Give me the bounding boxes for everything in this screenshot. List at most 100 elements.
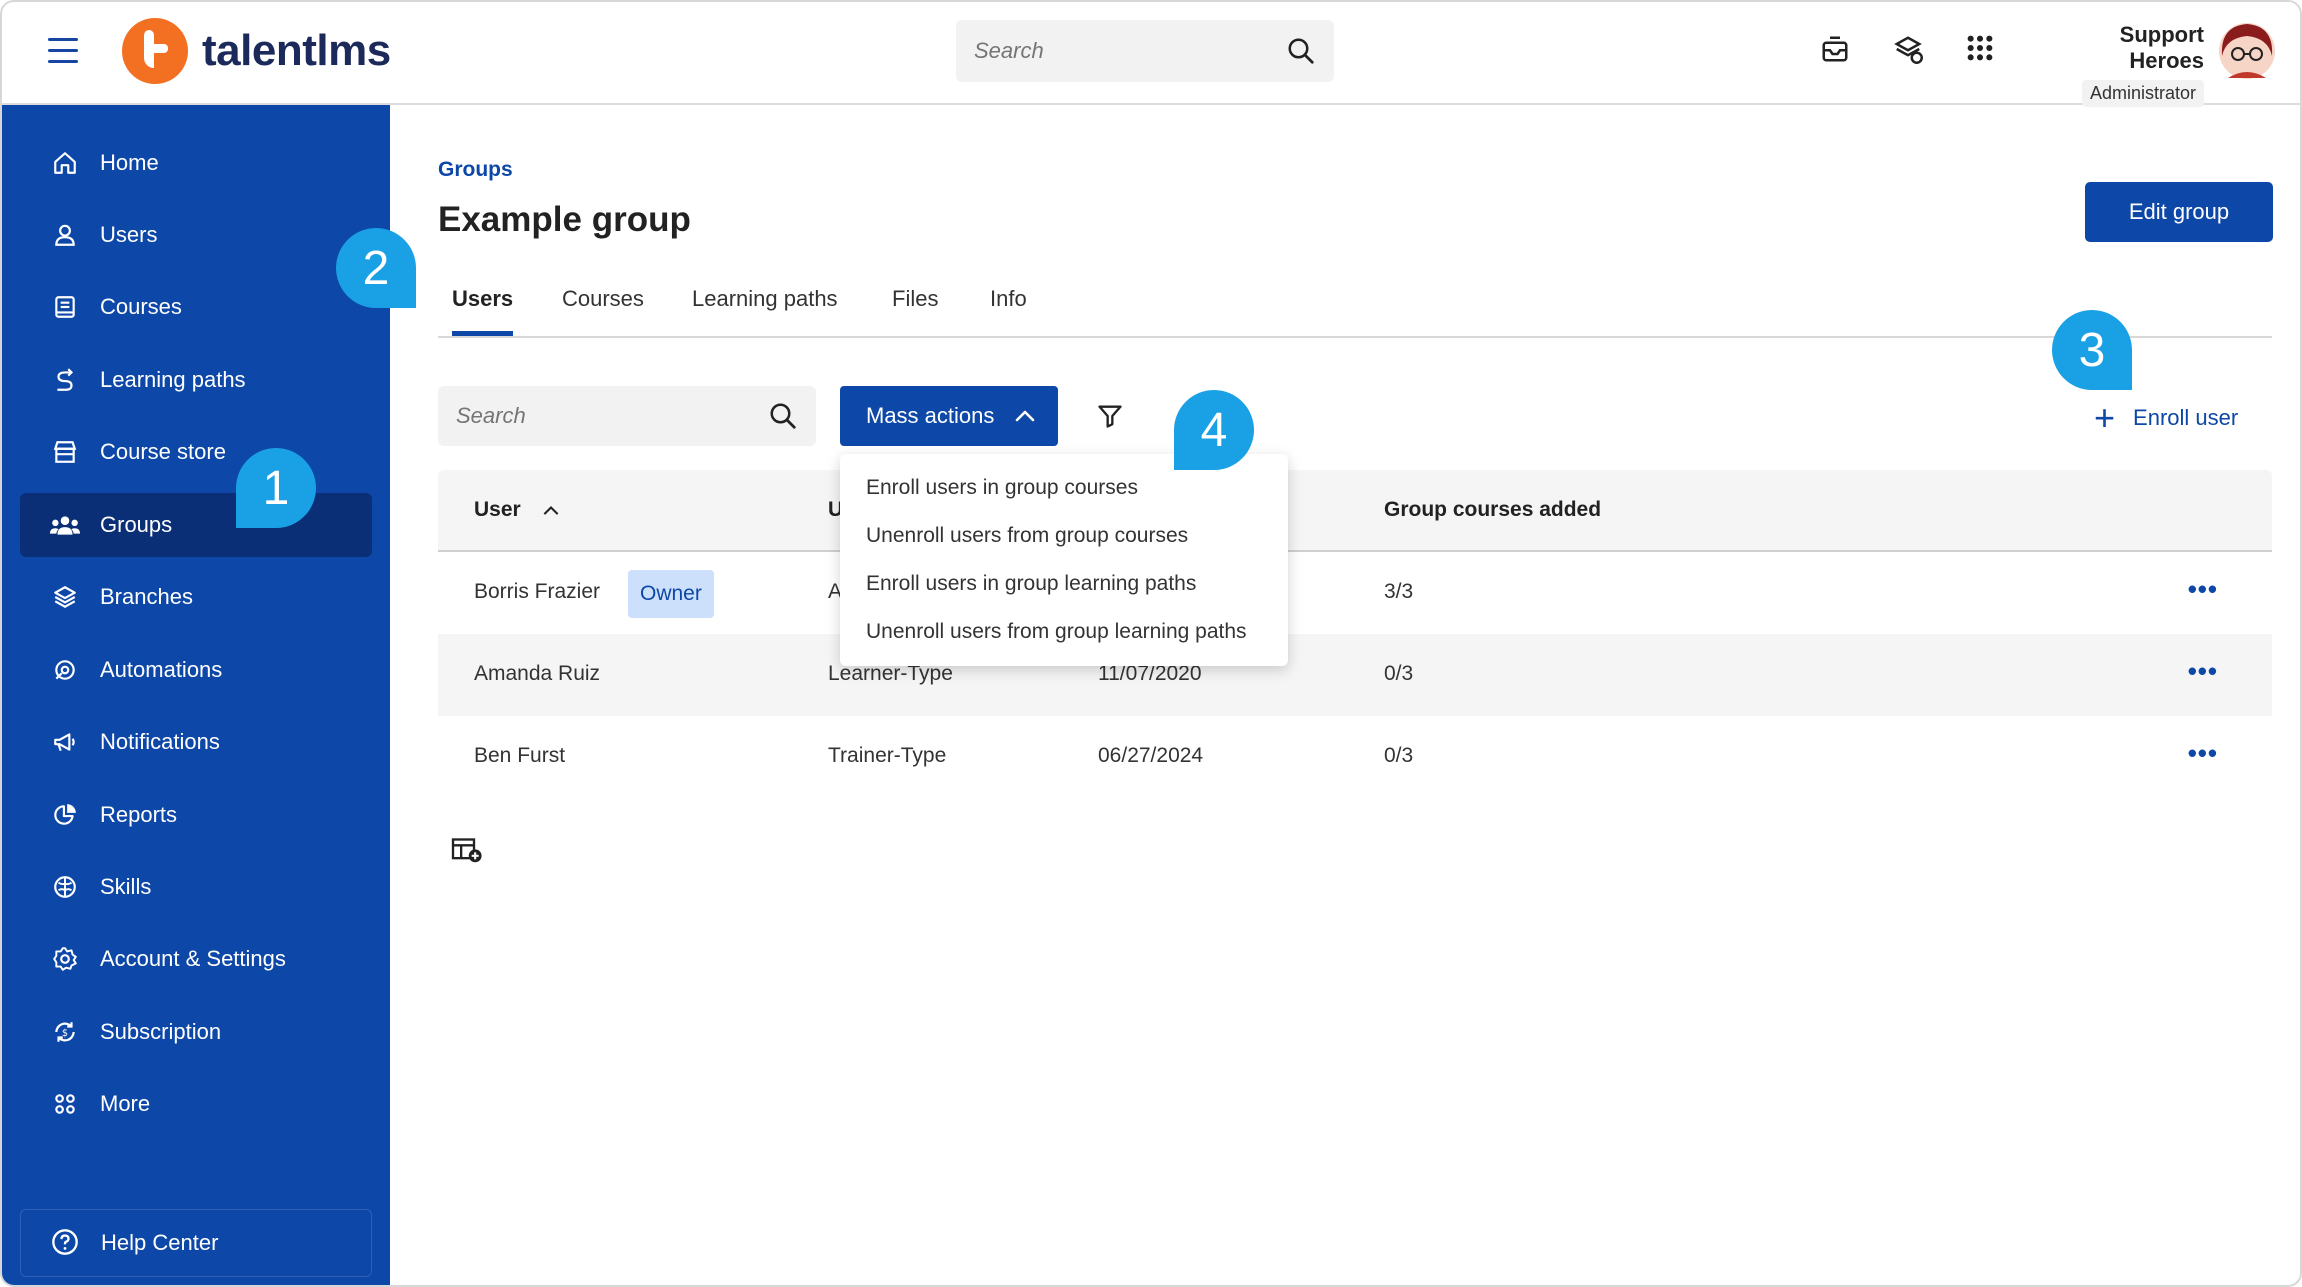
breadcrumb[interactable]: Groups xyxy=(438,158,513,182)
menu-item-enroll-group-courses[interactable]: Enroll users in group courses xyxy=(840,464,1288,512)
row-options-icon[interactable]: ••• xyxy=(2188,738,2218,769)
pie-chart-icon xyxy=(50,800,80,830)
layers-icon xyxy=(50,582,80,612)
menu-item-unenroll-group-courses[interactable]: Unenroll users from group courses xyxy=(840,512,1288,560)
callout-4: 4 xyxy=(1174,390,1254,470)
table-row[interactable]: Ben Furst Trainer-Type 06/27/2024 0/3 ••… xyxy=(438,716,2272,798)
sidebar-item-courses[interactable]: Courses xyxy=(20,275,372,339)
search-icon[interactable] xyxy=(768,401,798,431)
tab-courses[interactable]: Courses xyxy=(562,286,644,336)
sidebar-item-account-settings[interactable]: Account & Settings xyxy=(20,927,372,991)
sidebar: Home Users Courses Learning paths Course… xyxy=(2,105,390,1285)
sidebar-item-label: Course store xyxy=(100,439,226,464)
logo[interactable]: talentlms xyxy=(122,16,391,86)
sort-ascending-icon xyxy=(543,506,558,516)
user-menu[interactable]: Support Heroes Administrator xyxy=(2042,22,2204,107)
user-name-cell: Borris Frazier xyxy=(474,580,601,603)
sidebar-item-label: Subscription xyxy=(100,1019,222,1044)
sidebar-item-label: Courses xyxy=(100,294,182,319)
table-row[interactable]: Borris Frazier Owner A 3/3 ••• xyxy=(438,552,2272,634)
groups-icon xyxy=(50,510,80,540)
group-courses-cell: 0/3 xyxy=(1384,662,1414,685)
edit-group-button[interactable]: Edit group xyxy=(2085,182,2273,242)
automation-icon xyxy=(50,655,80,685)
column-settings-icon[interactable] xyxy=(450,836,484,864)
logo-text: talentlms xyxy=(202,26,391,75)
enroll-user-label: Enroll user xyxy=(2133,405,2239,430)
sidebar-item-reports[interactable]: Reports xyxy=(20,783,372,847)
search-icon[interactable] xyxy=(1286,36,1316,66)
top-bar: talentlms Support Heroes Administrator xyxy=(2,2,2300,107)
column-header-group-courses[interactable]: Group courses added xyxy=(1384,498,1601,522)
home-icon xyxy=(50,148,80,178)
apps-grid-icon[interactable] xyxy=(1966,34,1994,62)
row-options-icon[interactable]: ••• xyxy=(2188,656,2218,687)
mass-actions-label: Mass actions xyxy=(866,403,995,428)
mass-actions-button[interactable]: Mass actions xyxy=(840,386,1058,446)
sidebar-item-automations[interactable]: Automations xyxy=(20,638,372,702)
sidebar-item-label: Home xyxy=(100,150,159,175)
hamburger-menu-icon[interactable] xyxy=(48,38,78,64)
sidebar-item-label: More xyxy=(100,1091,151,1116)
sidebar-item-groups[interactable]: Groups xyxy=(20,493,372,557)
page-title: Example group xyxy=(438,200,691,239)
sidebar-item-learning-paths[interactable]: Learning paths xyxy=(20,348,372,412)
grid-icon xyxy=(50,1089,80,1119)
user-role-badge: Administrator xyxy=(2081,80,2204,107)
sidebar-item-more[interactable]: More xyxy=(20,1072,372,1136)
sidebar-item-branches[interactable]: Branches xyxy=(20,565,372,629)
sidebar-item-label: Learning paths xyxy=(100,367,246,392)
global-search xyxy=(956,20,1334,82)
sidebar-item-label: Reports xyxy=(100,802,178,827)
branches-switch-icon[interactable] xyxy=(1892,34,1924,64)
user-type-cell: Trainer-Type xyxy=(828,744,947,767)
table-row[interactable]: Amanda Ruiz Learner-Type 11/07/2020 0/3 … xyxy=(438,634,2272,716)
sidebar-item-notifications[interactable]: Notifications xyxy=(20,710,372,774)
callout-3: 3 xyxy=(2052,310,2132,390)
subscription-icon: $ xyxy=(50,1017,80,1047)
sidebar-item-course-store[interactable]: Course store xyxy=(20,420,372,484)
tab-learning-paths[interactable]: Learning paths xyxy=(692,286,838,336)
menu-item-enroll-group-learning-paths[interactable]: Enroll users in group learning paths xyxy=(840,560,1288,608)
group-courses-cell: 0/3 xyxy=(1384,744,1414,767)
help-center-button[interactable]: Help Center xyxy=(20,1209,372,1277)
gear-icon xyxy=(50,944,80,974)
row-options-icon[interactable]: ••• xyxy=(2188,574,2218,605)
sidebar-item-label: Notifications xyxy=(100,729,220,754)
app-window: talentlms Support Heroes Administrator xyxy=(0,0,2302,1287)
svg-text:$: $ xyxy=(62,1028,68,1039)
group-courses-cell: 3/3 xyxy=(1384,580,1414,603)
global-search-input[interactable] xyxy=(974,38,1286,64)
sidebar-item-users[interactable]: Users xyxy=(20,203,372,267)
sidebar-item-label: Automations xyxy=(100,657,223,682)
table-header: User U Group courses added xyxy=(438,470,2272,552)
tab-info[interactable]: Info xyxy=(990,286,1027,336)
sidebar-item-label: Groups xyxy=(100,512,173,537)
sidebar-item-subscription[interactable]: $ Subscription xyxy=(20,1000,372,1064)
tab-users[interactable]: Users xyxy=(452,286,514,336)
user-name-cell: Ben Furst xyxy=(474,744,566,767)
megaphone-icon xyxy=(50,727,80,757)
users-table: User U Group courses added Borris Frazie… xyxy=(438,470,2272,798)
plus-icon: + xyxy=(2094,397,2116,438)
sidebar-item-skills[interactable]: Skills xyxy=(20,855,372,919)
brain-icon xyxy=(50,872,80,902)
inbox-icon[interactable] xyxy=(1820,34,1850,64)
users-search-input[interactable] xyxy=(456,403,768,429)
filter-icon[interactable] xyxy=(1096,402,1124,430)
avatar[interactable] xyxy=(2218,20,2276,82)
menu-item-unenroll-group-learning-paths[interactable]: Unenroll users from group learning paths xyxy=(840,608,1288,656)
book-icon xyxy=(50,292,80,322)
sidebar-item-label: Branches xyxy=(100,584,193,609)
sidebar-item-home[interactable]: Home xyxy=(20,131,372,195)
tab-bar: Users Courses Learning paths Files Info xyxy=(438,270,2272,338)
user-name: Support Heroes xyxy=(2119,22,2204,73)
path-icon xyxy=(50,365,80,395)
talentlms-logo-icon xyxy=(122,18,188,84)
column-header-user[interactable]: User xyxy=(474,498,561,522)
tab-files[interactable]: Files xyxy=(892,286,938,336)
help-center-label: Help Center xyxy=(101,1230,219,1255)
enroll-user-button[interactable]: + Enroll user xyxy=(2094,400,2238,436)
sidebar-item-label: Skills xyxy=(100,874,152,899)
mass-actions-menu: Enroll users in group courses Unenroll u… xyxy=(840,454,1288,666)
